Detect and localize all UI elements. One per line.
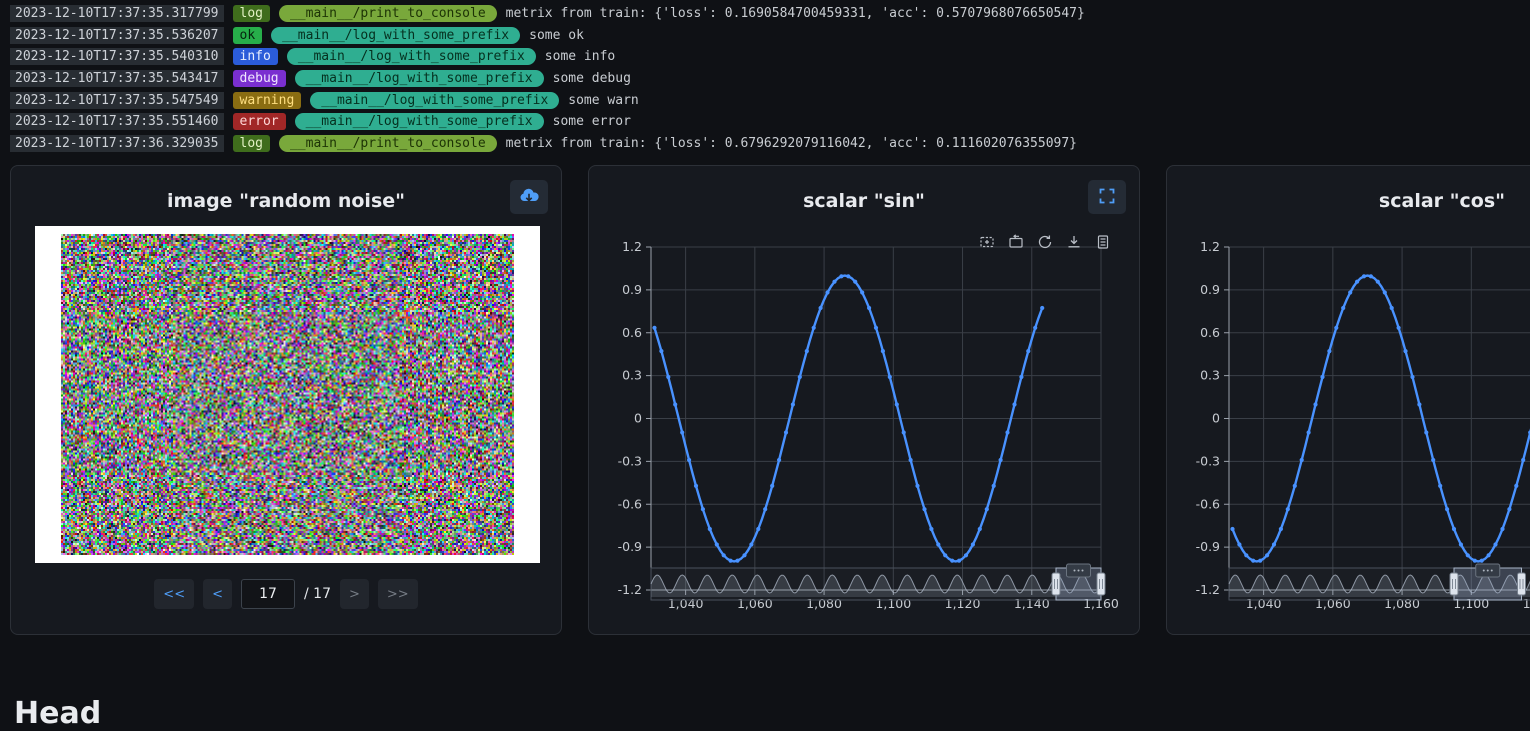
zoom-select-icon[interactable] xyxy=(979,234,995,250)
log-level-badge: info xyxy=(233,48,278,65)
datazoom-handle-right[interactable] xyxy=(1097,573,1105,595)
datazoom-slider[interactable] xyxy=(1229,564,1530,600)
log-module-pill: __main__/print_to_console xyxy=(279,5,497,22)
svg-text:0.6: 0.6 xyxy=(622,325,642,340)
log-line: 2023-12-10T17:37:35.551460 error __main__/… xyxy=(10,111,1530,133)
svg-text:1.2: 1.2 xyxy=(1200,239,1220,254)
log-line: 2023-12-10T17:37:35.543417 debug __main__/… xyxy=(10,68,1530,90)
log-level-badge: debug xyxy=(233,70,286,87)
noise-image-frame xyxy=(35,226,540,563)
cos-line-chart: 1.20.90.60.30-0.3-0.6-0.9-1.21,0401,0601… xyxy=(1167,166,1530,636)
log-module-pill: __main__/log_with_some_prefix xyxy=(271,27,520,44)
svg-text:0.6: 0.6 xyxy=(1200,325,1220,340)
svg-text:1.2: 1.2 xyxy=(622,239,642,254)
log-timestamp: 2023-12-10T17:37:35.317799 xyxy=(10,5,224,22)
next-page-button[interactable]: > xyxy=(340,579,369,609)
prev-page-button[interactable]: < xyxy=(203,579,232,609)
image-card-title: image "random noise" xyxy=(11,190,561,212)
cards-row: image "random noise" << < / 17 > >> scal… xyxy=(10,165,1530,635)
cloud-download-icon xyxy=(518,186,540,209)
svg-text:0.3: 0.3 xyxy=(1200,368,1220,383)
log-timestamp: 2023-12-10T17:37:35.547549 xyxy=(10,92,224,109)
page-number-input[interactable] xyxy=(241,579,295,609)
chart-toolbox xyxy=(979,234,1111,250)
svg-text:-1.2: -1.2 xyxy=(1196,582,1220,597)
log-message: some warn xyxy=(568,93,638,108)
log-level-badge: log xyxy=(233,5,270,22)
grid xyxy=(651,247,1101,590)
log-level-badge: log xyxy=(233,135,270,152)
log-level-badge: ok xyxy=(233,27,263,44)
log-message: metrix from train: {'loss': 0.1690584700… xyxy=(506,6,1085,21)
svg-text:-0.3: -0.3 xyxy=(618,453,642,468)
chart-card-sin: scalar "sin" 1.2 0.9 0.6 0.3 0 -0.3 -0.6 -0.9 -1… xyxy=(588,165,1140,635)
fullscreen-button[interactable] xyxy=(1088,180,1126,214)
log-module-pill: __main__/log_with_some_prefix xyxy=(295,113,544,130)
chart-title: scalar "cos" xyxy=(1167,190,1530,212)
data-view-icon[interactable] xyxy=(1095,234,1111,250)
log-timestamp: 2023-12-10T17:37:35.543417 xyxy=(10,70,224,87)
svg-text:-1.2: -1.2 xyxy=(618,582,642,597)
axes: 1.20.90.60.30-0.3-0.6-0.9-1.21,0401,0601… xyxy=(618,239,1119,611)
log-line: 2023-12-10T17:37:35.540310 info __main__/l… xyxy=(10,46,1530,68)
log-module-pill: __main__/log_with_some_prefix xyxy=(295,70,544,87)
datazoom-handle-left[interactable] xyxy=(1052,573,1060,595)
log-timestamp: 2023-12-10T17:37:35.551460 xyxy=(10,113,224,130)
svg-text:-0.9: -0.9 xyxy=(618,539,642,554)
random-noise-image xyxy=(61,234,514,555)
fullscreen-icon xyxy=(1098,187,1116,208)
log-message: some ok xyxy=(529,28,584,43)
log-line: 2023-12-10T17:37:35.547549 warning __main_… xyxy=(10,89,1530,111)
log-module-pill: __main__/log_with_some_prefix xyxy=(310,92,559,109)
log-line: 2023-12-10T17:37:35.536207 ok __main__/log… xyxy=(10,25,1530,47)
log-timestamp: 2023-12-10T17:37:36.329035 xyxy=(10,135,224,152)
svg-text:-0.6: -0.6 xyxy=(618,496,642,511)
page-total-label: / 17 xyxy=(304,586,331,602)
log-timestamp: 2023-12-10T17:37:35.536207 xyxy=(10,27,224,44)
image-pagination: << < / 17 > >> xyxy=(11,579,561,609)
zoom-reset-icon[interactable] xyxy=(1008,234,1024,250)
image-card: image "random noise" << < / 17 > >> xyxy=(10,165,562,635)
svg-text:-0.3: -0.3 xyxy=(1196,453,1220,468)
log-module-pill: __main__/log_with_some_prefix xyxy=(287,48,536,65)
svg-text:-0.6: -0.6 xyxy=(1196,496,1220,511)
download-image-button[interactable] xyxy=(510,180,548,214)
log-console: 2023-12-10T17:37:35.317799 log __main__/pr… xyxy=(0,0,1530,154)
log-level-badge: error xyxy=(233,113,286,130)
log-message: metrix from train: {'loss': 0.6796292079… xyxy=(506,136,1077,151)
save-image-icon[interactable] xyxy=(1066,234,1082,250)
log-message: some info xyxy=(545,49,615,64)
log-module-pill: __main__/print_to_console xyxy=(279,135,497,152)
log-message: some error xyxy=(553,114,631,129)
svg-text:0.9: 0.9 xyxy=(622,282,642,297)
chart-card-cos: scalar "cos" 1.2 0.9 0.6 0.3 0 -0.3 -0.6 -0.9 -1… xyxy=(1166,165,1530,635)
svg-text:0: 0 xyxy=(634,411,642,426)
chart-title: scalar "sin" xyxy=(589,190,1139,212)
grid xyxy=(1229,247,1530,590)
last-page-button[interactable]: >> xyxy=(378,579,418,609)
svg-text:0: 0 xyxy=(1212,411,1220,426)
datazoom-handle-right[interactable] xyxy=(1518,573,1526,595)
datazoom-slider[interactable] xyxy=(651,564,1105,600)
restore-icon[interactable] xyxy=(1037,234,1053,250)
section-heading: Head xyxy=(14,696,101,731)
svg-text:0.9: 0.9 xyxy=(1200,282,1220,297)
log-timestamp: 2023-12-10T17:37:35.540310 xyxy=(10,48,224,65)
svg-text:-0.9: -0.9 xyxy=(1196,539,1220,554)
datazoom-handle-left[interactable] xyxy=(1450,573,1458,595)
log-level-badge: warning xyxy=(233,92,302,109)
first-page-button[interactable]: << xyxy=(154,579,194,609)
log-line: 2023-12-10T17:37:35.317799 log __main__/pr… xyxy=(10,3,1530,25)
log-message: some debug xyxy=(553,71,631,86)
svg-text:0.3: 0.3 xyxy=(622,368,642,383)
log-line: 2023-12-10T17:37:36.329035 log __main__/pr… xyxy=(10,133,1530,155)
